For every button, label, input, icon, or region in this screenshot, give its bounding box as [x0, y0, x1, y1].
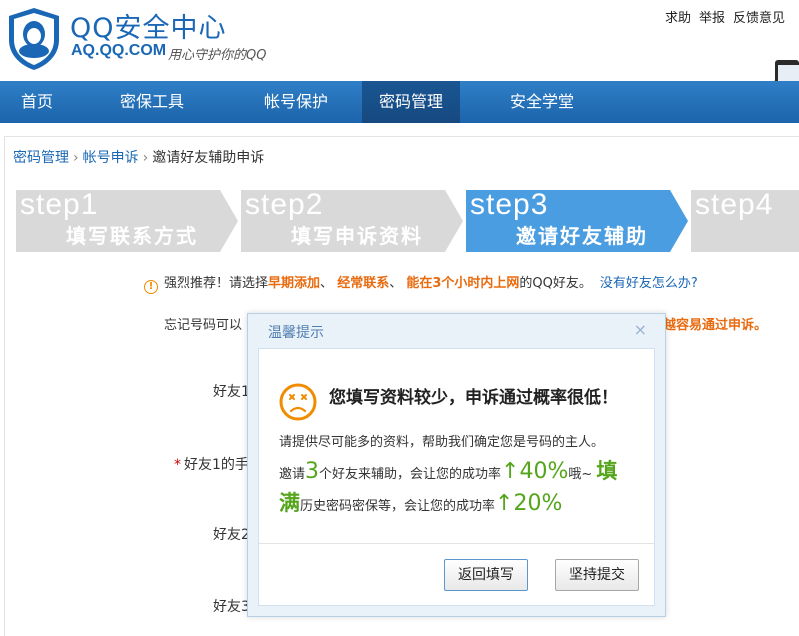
breadcrumb-current: 邀请好友辅助申诉 [152, 150, 265, 166]
step-2-label: 填写申诉资料 [291, 224, 423, 248]
nav-account-protection[interactable]: 帐号保护 [230, 81, 362, 123]
step-1-label: 填写联系方式 [66, 224, 198, 248]
breadcrumb-separator: › [73, 150, 79, 166]
dialog-body: 您填写资料较少，申诉通过概率很低！ 请提供尽可能多的资料，帮助我们确定您是号码的… [258, 348, 655, 606]
help-link[interactable]: 求助 [665, 7, 691, 26]
recommend-prefix: 强烈推荐！请选择 [164, 276, 269, 291]
forget-number-text: 忘记号码可以 [164, 318, 243, 333]
recommend-online-3h: 能在3个小时内上网 [406, 276, 520, 291]
rate-history-text: 历史密码密保等，会让您的成功率 [300, 499, 496, 514]
friend-2-label: 好友2 [213, 527, 250, 543]
step-3: step3 邀请好友辅助 [466, 188, 690, 252]
step-1-number: step1 [20, 188, 99, 221]
step-progress: step1 填写联系方式 step2 填写申诉资料 step3 邀请好友辅助 s… [16, 188, 799, 252]
breadcrumb-separator: › [142, 150, 149, 166]
nav-security-tools[interactable]: 密保工具 [74, 81, 230, 123]
success-rate-text: 邀请3个好友来辅助，会让您的成功率↑40%哦~ 填 满历史密码密保等，会让您的成… [279, 457, 639, 521]
rate-invite: 邀请 [279, 467, 306, 482]
step-3-number: step3 [470, 188, 549, 221]
qq-shield-logo-icon[interactable] [6, 6, 62, 72]
friend-3-label: 好友3 [213, 599, 250, 615]
sad-face-icon [279, 383, 317, 421]
main-nav: 首页 密保工具 帐号保护 密码管理 安全学堂 [0, 81, 799, 123]
recommend-sep-2: 、 [389, 276, 403, 291]
rate-increase-20: ↑20% [495, 491, 563, 516]
top-links: 求助 举报 反馈意见 [665, 7, 785, 26]
step-2: step2 填写申诉资料 [241, 188, 463, 252]
nav-home[interactable]: 首页 [0, 81, 74, 123]
report-link[interactable]: 举报 [699, 7, 725, 26]
forget-number-suffix: 越容易通过申诉。 [663, 318, 768, 333]
tip-dialog: 温馨提示 × 您填写资料较少，申诉通过概率很低！ 请提供尽可能多的资料，帮助我们… [247, 313, 666, 617]
recommend-suffix: 的QQ好友。 [519, 276, 592, 291]
rate-fill-2: 满 [279, 491, 300, 515]
recommend-frequent-contact: 经常联系 [337, 276, 390, 291]
breadcrumb-account-appeal[interactable]: 帐号申诉 [83, 150, 139, 166]
rate-friend-count: 3 [305, 459, 320, 484]
friend-1-phone-label-text: 好友1的手 [184, 457, 249, 473]
close-icon[interactable]: × [634, 320, 647, 339]
step-3-label: 邀请好友辅助 [516, 224, 648, 248]
feedback-link[interactable]: 反馈意见 [733, 7, 785, 26]
dialog-divider [259, 543, 654, 544]
step-2-number: step2 [245, 188, 324, 221]
brand-domain: AQ.QQ.COM [71, 42, 167, 59]
friend-1-phone-label: * 好友1的手 [174, 457, 249, 473]
brand-slogan: 用心守护你的QQ [168, 48, 267, 63]
rate-increase-40: ↑40% [501, 459, 569, 484]
breadcrumb: 密码管理 › 帐号申诉 › 邀请好友辅助申诉 [13, 147, 264, 167]
rate-oh: 哦~ [568, 467, 593, 482]
dialog-headline: 您填写资料较少，申诉通过概率很低！ [329, 388, 618, 408]
insist-submit-button[interactable]: 坚持提交 [555, 559, 639, 591]
warning-icon: ! [144, 280, 158, 294]
site-header: QQ安全中心 AQ.QQ.COM 用心守护你的QQ 求助 举报 反馈意见 [0, 0, 799, 106]
step-4: step4 [691, 188, 799, 252]
breadcrumb-password-management[interactable]: 密码管理 [13, 150, 69, 166]
step-1: step1 填写联系方式 [16, 188, 238, 252]
rate-friends-text: 个好友来辅助，会让您的成功率 [319, 467, 502, 482]
dialog-title: 温馨提示 [268, 325, 324, 341]
no-friends-help-link[interactable]: 没有好友怎么办? [600, 276, 698, 291]
rate-fill-1: 填 [596, 459, 618, 483]
dialog-tip: 请提供尽可能多的资料，帮助我们确定您是号码的主人。 [279, 435, 605, 450]
recommendation-line: ! 强烈推荐！请选择早期添加、 经常联系、 能在3个小时内上网的QQ好友。 没有好友… [144, 272, 698, 294]
recommend-sep-1: 、 [320, 276, 334, 291]
friend-1-label: 好友1 [213, 384, 250, 400]
nav-security-school[interactable]: 安全学堂 [460, 81, 624, 123]
back-to-fill-button[interactable]: 返回填写 [444, 559, 528, 591]
step-4-number: step4 [695, 188, 774, 221]
recommend-early-added: 早期添加 [268, 276, 321, 291]
nav-password-management[interactable]: 密码管理 [362, 81, 460, 123]
brand-title[interactable]: QQ安全中心 [70, 6, 227, 45]
